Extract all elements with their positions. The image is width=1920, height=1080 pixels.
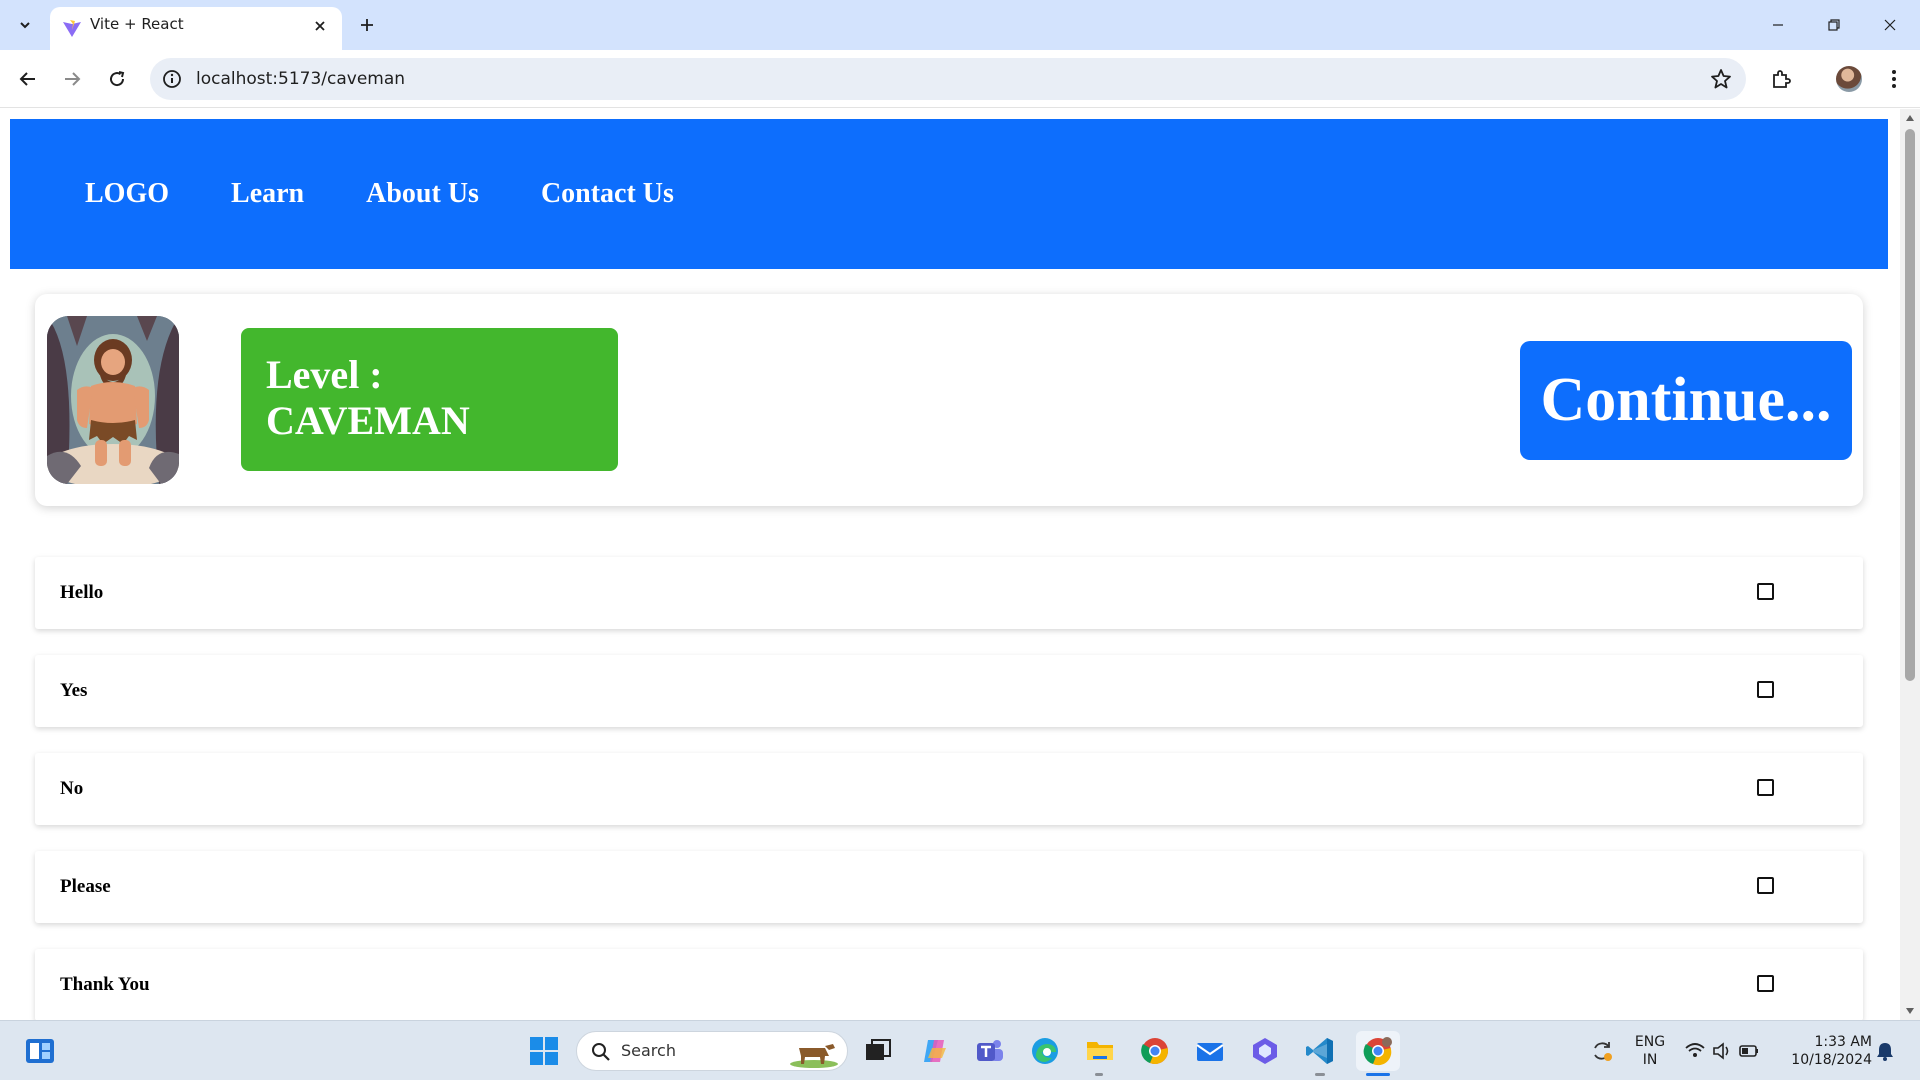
browser-toolbar: localhost:5173/caveman xyxy=(0,50,1920,108)
level-card: Level : CAVEMAN Continue... xyxy=(35,294,1863,506)
word-item-please: Please xyxy=(35,851,1863,923)
battery-icon xyxy=(1739,1045,1758,1057)
level-name: CAVEMAN xyxy=(266,398,470,443)
caveman-image xyxy=(47,316,179,484)
clock[interactable]: 1:33 AM 10/18/2024 xyxy=(1782,1033,1872,1069)
tab-title: Vite + React xyxy=(90,15,184,33)
language-region: IN xyxy=(1642,1052,1658,1068)
word-item-hello: Hello xyxy=(35,557,1863,629)
level-label: Level : xyxy=(266,352,383,397)
search-highlight-icon xyxy=(790,1044,838,1068)
level-badge: Level : CAVEMAN xyxy=(241,328,618,471)
system-tray-status[interactable] xyxy=(1684,1031,1764,1071)
windows-start-icon[interactable] xyxy=(524,1031,564,1071)
word-checkbox[interactable] xyxy=(1757,877,1774,894)
browser-menu-button[interactable] xyxy=(1880,65,1908,93)
more-vertical-icon xyxy=(1892,70,1896,88)
close-icon xyxy=(1884,19,1896,31)
minimize-icon xyxy=(1773,24,1783,26)
page-scrollbar[interactable] xyxy=(1900,109,1920,1020)
widgets-icon[interactable] xyxy=(20,1031,60,1071)
word-item-no: No xyxy=(35,753,1863,825)
browser-tab[interactable]: Vite + React xyxy=(50,7,342,50)
restore-button[interactable] xyxy=(1806,0,1862,50)
nav-about-us[interactable]: About Us xyxy=(366,178,479,210)
wifi-icon xyxy=(1685,1043,1705,1057)
word-label: Thank You xyxy=(60,974,150,995)
close-window-button[interactable] xyxy=(1862,0,1918,50)
explorer-running-indicator xyxy=(1095,1073,1103,1076)
clock-date: 10/18/2024 xyxy=(1791,1052,1872,1068)
nav-learn[interactable]: Learn xyxy=(231,178,304,210)
language-code: ENG xyxy=(1634,1034,1666,1050)
word-item-thank-you: Thank You xyxy=(35,949,1863,1020)
minimize-button[interactable] xyxy=(1750,0,1806,50)
nav-logo[interactable]: LOGO xyxy=(85,178,169,210)
sync-icon[interactable] xyxy=(1582,1031,1622,1071)
word-item-yes: Yes xyxy=(35,655,1863,727)
nav-contact-us[interactable]: Contact Us xyxy=(541,178,674,210)
url-text[interactable]: localhost:5173/caveman xyxy=(196,58,405,100)
word-label: No xyxy=(60,778,84,799)
arrow-left-icon xyxy=(19,72,35,86)
word-checkbox[interactable] xyxy=(1757,779,1774,796)
chrome-icon[interactable] xyxy=(1135,1031,1175,1071)
taskbar-search-label: Search xyxy=(621,1041,676,1060)
search-icon xyxy=(592,1043,610,1061)
word-checkbox[interactable] xyxy=(1757,583,1774,600)
arrow-right-icon xyxy=(65,72,81,86)
site-navbar: LOGO Learn About Us Contact Us xyxy=(10,119,1888,269)
reload-icon xyxy=(110,71,125,87)
word-label: Please xyxy=(60,876,111,897)
notification-bell-icon[interactable] xyxy=(1870,1031,1900,1071)
file-explorer-icon[interactable] xyxy=(1080,1031,1120,1071)
taskbar: Search ENG IN 1:33 AM 10/18/2024 xyxy=(0,1020,1920,1080)
profile-avatar[interactable] xyxy=(1836,66,1862,92)
mail-icon[interactable] xyxy=(1190,1031,1230,1071)
vscode-running-indicator xyxy=(1315,1073,1325,1076)
extensions-button[interactable] xyxy=(1767,65,1795,93)
vscode-icon[interactable] xyxy=(1300,1031,1340,1071)
word-label: Hello xyxy=(60,582,104,603)
scroll-down-icon[interactable] xyxy=(1905,1006,1915,1016)
reload-button[interactable] xyxy=(101,63,133,95)
info-icon[interactable] xyxy=(162,69,182,89)
restore-icon xyxy=(1828,19,1840,31)
word-checkbox[interactable] xyxy=(1757,681,1774,698)
volume-icon xyxy=(1713,1042,1729,1060)
back-button[interactable] xyxy=(12,63,44,95)
tab-close-button[interactable] xyxy=(310,16,330,36)
word-list: Hello Yes No Please Thank You xyxy=(35,557,1863,1020)
address-bar[interactable]: localhost:5173/caveman xyxy=(150,58,1746,100)
chevron-down-icon xyxy=(20,22,30,29)
chrome-active-indicator xyxy=(1366,1073,1390,1076)
puzzle-icon xyxy=(1773,70,1791,88)
teams-icon[interactable] xyxy=(970,1031,1010,1071)
task-view-icon[interactable] xyxy=(858,1031,898,1071)
language-indicator[interactable]: ENG IN xyxy=(1628,1033,1672,1069)
browser-tab-strip: Vite + React xyxy=(0,0,1920,50)
taskbar-search[interactable]: Search xyxy=(576,1031,848,1071)
tab-search-button[interactable] xyxy=(10,10,40,40)
scroll-up-icon[interactable] xyxy=(1905,113,1915,123)
word-checkbox[interactable] xyxy=(1757,975,1774,992)
chrome-profile-icon[interactable] xyxy=(1356,1031,1400,1071)
clock-time: 1:33 AM xyxy=(1814,1034,1872,1050)
copilot-app-icon[interactable] xyxy=(1245,1031,1285,1071)
star-icon[interactable] xyxy=(1710,68,1732,90)
word-label: Yes xyxy=(60,680,88,701)
copilot-icon[interactable] xyxy=(915,1031,955,1071)
edge-icon[interactable] xyxy=(1025,1031,1065,1071)
vite-logo-icon xyxy=(63,20,81,37)
page-viewport: LOGO Learn About Us Contact Us Level: C… xyxy=(0,109,1900,1020)
forward-button[interactable] xyxy=(56,63,88,95)
new-tab-button[interactable] xyxy=(352,10,382,40)
plus-icon xyxy=(361,19,373,31)
continue-button[interactable]: Continue... xyxy=(1520,341,1852,460)
scroll-thumb[interactable] xyxy=(1905,129,1915,681)
close-icon xyxy=(315,21,325,31)
